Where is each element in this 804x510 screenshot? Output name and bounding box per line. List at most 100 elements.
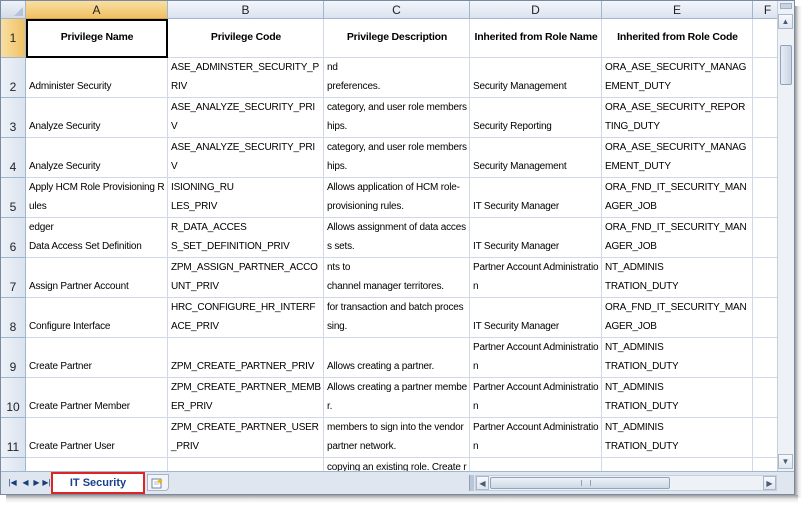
table-cell[interactable]: ZPM_CREATE_PARTNER_MEMBER_PRIV: [168, 378, 324, 418]
row-header[interactable]: 2: [1, 58, 26, 98]
sheet-tab-it-security-manager[interactable]: IT Security Manager: [51, 472, 145, 494]
table-cell[interactable]: [168, 458, 324, 471]
header-cell[interactable]: Privilege Description: [324, 19, 470, 58]
header-cell[interactable]: [753, 19, 777, 58]
table-cell[interactable]: copying an existing role. Create role: [324, 458, 470, 471]
table-cell[interactable]: [602, 458, 753, 471]
table-cell[interactable]: ORA_FND_IT_SECURITY_MANAGER_JOB: [602, 218, 753, 258]
row-header[interactable]: 8: [1, 298, 26, 338]
table-cell[interactable]: [753, 418, 777, 458]
table-cell[interactable]: [753, 98, 777, 138]
table-cell[interactable]: ORA_ASE_SECURITY_MANAGEMENT_DUTY: [602, 138, 753, 178]
column-header-f[interactable]: F: [753, 1, 777, 19]
table-cell[interactable]: [753, 178, 777, 218]
table-cell[interactable]: [470, 458, 602, 471]
table-cell[interactable]: IT Security Manager: [470, 298, 602, 338]
table-cell[interactable]: [753, 298, 777, 338]
table-cell[interactable]: ORA_ASE_SECURITY_MANAGEMENT_DUTY: [602, 58, 753, 98]
table-cell[interactable]: Apply HCM Role Provisioning Rules: [26, 178, 168, 218]
table-cell[interactable]: Allows creating a partner.: [324, 338, 470, 378]
scroll-up-button[interactable]: ▲: [778, 14, 793, 29]
table-cell[interactable]: Partner Account Administration: [470, 378, 602, 418]
row-header[interactable]: 7: [1, 258, 26, 298]
table-cell[interactable]: Analyze security including roles by cate…: [324, 138, 470, 178]
table-cell[interactable]: ORA_FND_IT_SECURITY_MANAGER_JOB: [602, 178, 753, 218]
table-cell[interactable]: ASE_ANALYZE_SECURITY_PRIV: [168, 98, 324, 138]
table-cell[interactable]: Security Management: [470, 58, 602, 98]
vertical-scrollbar[interactable]: ▲ ▼: [777, 1, 794, 471]
table-cell[interactable]: ASE_ANALYZE_SECURITY_PRIV: [168, 138, 324, 178]
row-header[interactable]: [1, 458, 26, 471]
table-cell[interactable]: ORA_FND_IT_SECURITY_MANAGER_JOB: [602, 298, 753, 338]
table-cell[interactable]: Assign Partner Account: [26, 258, 168, 298]
row-header[interactable]: 11: [1, 418, 26, 458]
first-sheet-icon[interactable]: |◀: [7, 477, 18, 489]
table-cell[interactable]: IT Security Manager: [470, 218, 602, 258]
table-cell[interactable]: Partner Account Administration: [470, 258, 602, 298]
table-cell[interactable]: [753, 258, 777, 298]
worksheet-grid[interactable]: A B C D E F 1 Privilege Name Privilege Code Privi…: [1, 1, 777, 471]
table-cell[interactable]: IT Security Manager: [470, 178, 602, 218]
horizontal-scroll-thumb[interactable]: [490, 477, 670, 489]
tab-split-handle[interactable]: [469, 475, 474, 491]
table-cell[interactable]: [26, 458, 168, 471]
header-cell[interactable]: Inherited from Role Code: [602, 19, 753, 58]
table-cell[interactable]: Create Partner User: [26, 418, 168, 458]
table-cell[interactable]: [753, 458, 777, 471]
table-cell[interactable]: PER_APPLY_HCM_ROLE_PROVISIONING_RU LES_P…: [168, 178, 324, 218]
table-cell[interactable]: ORA_ASE_SECURITY_REPORTING_DUTY: [602, 98, 753, 138]
table-cell[interactable]: Create Partner: [26, 338, 168, 378]
table-cell[interactable]: [753, 338, 777, 378]
table-cell[interactable]: ASE_ADMINSTER_SECURITY_PRIV: [168, 58, 324, 98]
table-cell[interactable]: Analyze Security: [26, 138, 168, 178]
table-cell[interactable]: [753, 378, 777, 418]
column-header-d[interactable]: D: [470, 1, 602, 19]
header-cell[interactable]: Privilege Name: [26, 19, 168, 58]
table-cell[interactable]: Allows configuration of the interface fo…: [324, 298, 470, 338]
table-cell[interactable]: Analyze security including roles by cate…: [324, 98, 470, 138]
scroll-right-button[interactable]: ▶: [763, 476, 776, 490]
table-cell[interactable]: Assign Oracle Fusion General Ledger Data…: [26, 218, 168, 258]
row-header[interactable]: 5: [1, 178, 26, 218]
column-header-a[interactable]: A: [26, 1, 168, 19]
table-cell[interactable]: Analyze Security: [26, 98, 168, 138]
table-cell[interactable]: [753, 218, 777, 258]
split-box[interactable]: [780, 3, 792, 9]
row-header[interactable]: 1: [1, 19, 26, 58]
table-cell[interactable]: Allows application of HCM role- provisio…: [324, 178, 470, 218]
table-cell[interactable]: Allows creating a partner member.: [324, 378, 470, 418]
table-cell[interactable]: Partner Account Administration: [470, 338, 602, 378]
table-cell[interactable]: ORA_ZPM_PARTNER_ACCOUNT_ADMINIS TRATION_…: [602, 418, 753, 458]
table-cell[interactable]: Partner Account Administration: [470, 418, 602, 458]
scroll-down-button[interactable]: ▼: [778, 454, 793, 469]
table-cell[interactable]: ORA_ZPM_PARTNER_ACCOUNT_ADMINIS TRATION_…: [602, 338, 753, 378]
table-cell[interactable]: Create Partner Member: [26, 378, 168, 418]
row-header[interactable]: 6: [1, 218, 26, 258]
table-cell[interactable]: ZPM_CREATE_PARTNER_PRIV: [168, 338, 324, 378]
table-cell[interactable]: Security Management: [470, 138, 602, 178]
horizontal-scrollbar[interactable]: ◀ ▶: [475, 475, 777, 491]
table-cell[interactable]: [753, 58, 777, 98]
column-header-e[interactable]: E: [602, 1, 753, 19]
table-cell[interactable]: Security Reporting: [470, 98, 602, 138]
column-header-c[interactable]: C: [324, 1, 470, 19]
row-header[interactable]: 3: [1, 98, 26, 138]
table-cell[interactable]: ORA_ZPM_PARTNER_ACCOUNT_ADMINIS TRATION_…: [602, 258, 753, 298]
table-cell[interactable]: ZPM_ASSIGN_PARTNER_ACCOUNT_PRIV: [168, 258, 324, 298]
select-all-corner[interactable]: [1, 1, 26, 19]
table-cell[interactable]: Privilege to assign partner accounts to …: [324, 258, 470, 298]
row-header[interactable]: 9: [1, 338, 26, 378]
prev-sheet-icon[interactable]: ◀: [20, 477, 31, 489]
table-cell[interactable]: members to sign into the vendor partner …: [324, 418, 470, 458]
table-cell[interactable]: ORA_ZPM_PARTNER_ACCOUNT_ADMINIS TRATION_…: [602, 378, 753, 418]
header-cell[interactable]: Privilege Code: [168, 19, 324, 58]
insert-sheet-button[interactable]: [147, 474, 169, 491]
vertical-scroll-thumb[interactable]: [780, 45, 792, 85]
table-cell[interactable]: HRC_CONFIGURE_HR_INTERFACE_PRIV: [168, 298, 324, 338]
scroll-left-button[interactable]: ◀: [476, 476, 489, 490]
table-cell[interactable]: GL_ASSIGN_GENERAL_LEDGER_DATA_ACCES S_SE…: [168, 218, 324, 258]
column-header-b[interactable]: B: [168, 1, 324, 19]
row-header[interactable]: 10: [1, 378, 26, 418]
table-cell[interactable]: Configure Interface: [26, 298, 168, 338]
table-cell[interactable]: Manage security configuration and prefer…: [324, 58, 470, 98]
